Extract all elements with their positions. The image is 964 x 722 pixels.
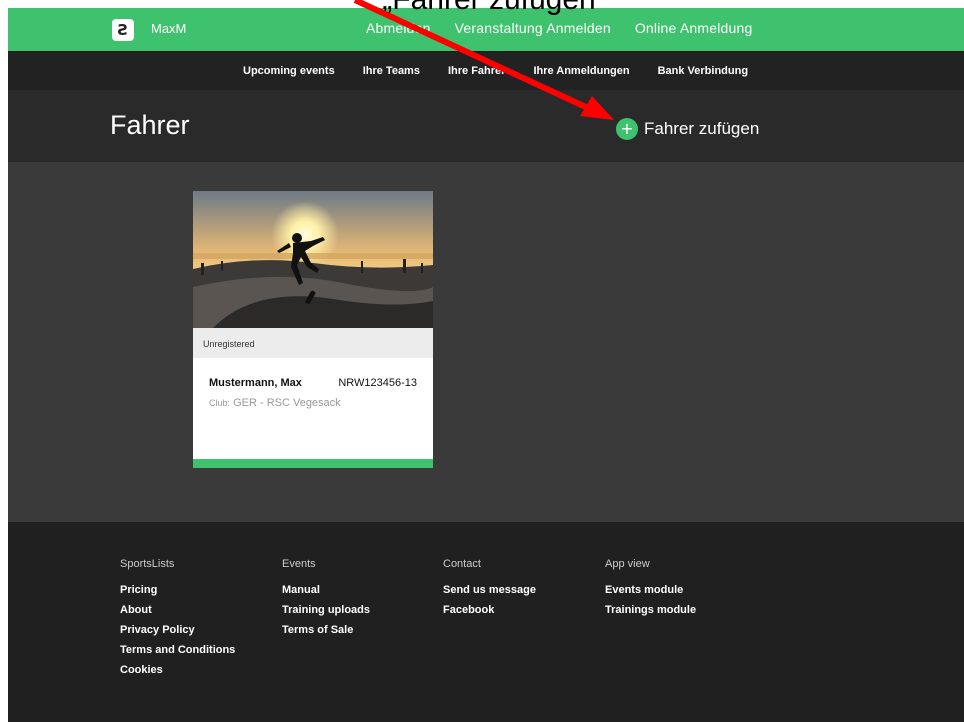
nav-links: Abmelden Veranstaltung Anmelden Online A… [366,20,752,36]
logo-glyph: Ƨ [117,20,129,39]
footer-link-pricing[interactable]: Pricing [120,584,235,596]
footer-col-contact: Contact Send us message Facebook [443,558,536,624]
footer-col-app-view: App view Events module Trainings module [605,558,696,624]
subnav-upcoming-events[interactable]: Upcoming events [243,65,335,77]
logo-icon[interactable]: Ƨ [112,19,134,41]
nav-logout[interactable]: Abmelden [366,20,431,36]
page-title: Fahrer [110,110,190,140]
rider-id: NRW123456-13 [338,377,417,389]
browser-frame: Ƨ MaxM Abmelden Veranstaltung Anmelden O… [8,8,964,722]
nav-event-register[interactable]: Veranstaltung Anmelden [455,20,611,36]
footer-heading: SportsLists [120,558,175,570]
club-prefix: Club: [209,398,231,408]
rider-club: Club: GER - RSC Vegesack [209,397,341,409]
footer-link-privacy-policy[interactable]: Privacy Policy [120,624,235,636]
subnav-registrations[interactable]: Ihre Anmeldungen [533,65,629,77]
footer-heading: Contact [443,558,481,570]
nav-online-registration[interactable]: Online Anmeldung [635,20,753,36]
footer-col-sportslists: SportsLists Pricing About Privacy Policy… [120,558,235,684]
footer-link-send-message[interactable]: Send us message [443,584,536,596]
footer-link-about[interactable]: About [120,604,235,616]
footer-link-terms-of-sale[interactable]: Terms of Sale [282,624,370,636]
footer-link-training-uploads[interactable]: Training uploads [282,604,370,616]
plus-icon[interactable]: + [616,118,638,140]
rider-list: Unregistered Mustermann, Max NRW123456-1… [8,162,964,522]
footer: SportsLists Pricing About Privacy Policy… [8,522,964,722]
brand-name[interactable]: MaxM [151,21,186,36]
subnav-teams[interactable]: Ihre Teams [363,65,420,77]
rider-name: Mustermann, Max [209,377,302,389]
footer-heading: App view [605,558,650,570]
subnav-riders[interactable]: Ihre Fahrer [448,65,505,77]
footer-link-cookies[interactable]: Cookies [120,664,235,676]
page-header: Fahrer + Fahrer zufügen [8,90,964,162]
rider-card-body: Mustermann, Max NRW123456-13 Club: GER -… [193,358,433,458]
footer-link-terms-conditions[interactable]: Terms and Conditions [120,644,235,656]
sub-navbar: Upcoming events Ihre Teams Ihre Fahrer I… [8,51,964,90]
add-rider-button[interactable]: + Fahrer zufügen [616,118,759,140]
footer-link-facebook[interactable]: Facebook [443,604,536,616]
footer-link-trainings-module[interactable]: Trainings module [605,604,696,616]
rider-card[interactable]: Unregistered Mustermann, Max NRW123456-1… [193,191,433,468]
annotation-caption: „Fahrer zufügen“ [0,0,964,18]
club-name: GER - RSC Vegesack [233,397,341,409]
footer-link-events-module[interactable]: Events module [605,584,696,596]
card-accent-bar [193,459,433,468]
rider-photo [193,191,433,328]
subnav-bank-connection[interactable]: Bank Verbindung [658,65,748,77]
subnav-links: Upcoming events Ihre Teams Ihre Fahrer I… [243,65,748,77]
skater-sunset-image [193,191,433,328]
footer-col-events: Events Manual Training uploads Terms of … [282,558,370,644]
status-badge: Unregistered [193,328,433,358]
footer-heading: Events [282,558,316,570]
add-rider-label[interactable]: Fahrer zufügen [644,119,759,139]
footer-link-manual[interactable]: Manual [282,584,370,596]
